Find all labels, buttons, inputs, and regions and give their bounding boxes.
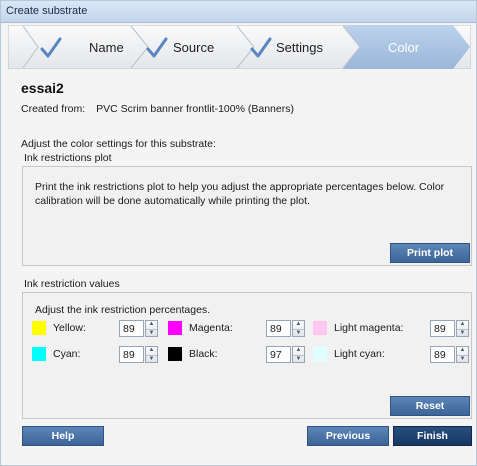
- ink-plot-description: Print the ink restrictions plot to help …: [35, 181, 445, 207]
- magenta-label: Magenta:: [189, 322, 233, 334]
- spin-down-icon[interactable]: ▼: [293, 355, 304, 362]
- light-cyan-swatch: [313, 347, 327, 361]
- magenta-value[interactable]: 89: [266, 320, 291, 337]
- spin-down-icon[interactable]: ▼: [293, 329, 304, 336]
- ink-plot-section-title: Ink restrictions plot: [24, 152, 112, 164]
- step-settings[interactable]: Settings: [276, 40, 323, 55]
- magenta-swatch: [168, 321, 182, 335]
- magenta-spin-arrows[interactable]: ▲ ▼: [292, 320, 305, 337]
- spin-up-icon[interactable]: ▲: [457, 347, 468, 354]
- step-source[interactable]: Source: [173, 40, 214, 55]
- create-substrate-window: Create substrate Name Source Settings Co…: [0, 0, 477, 466]
- black-label: Black:: [189, 348, 218, 360]
- cyan-stepper[interactable]: 89 ▲ ▼: [119, 346, 159, 363]
- created-from-label: Created from:: [21, 103, 86, 115]
- black-stepper[interactable]: 97 ▲ ▼: [266, 346, 306, 363]
- cyan-spin-arrows[interactable]: ▲ ▼: [145, 346, 158, 363]
- spin-down-icon[interactable]: ▼: [457, 329, 468, 336]
- ink-values-hint: Adjust the ink restriction percentages.: [35, 304, 211, 316]
- substrate-name: essai2: [21, 80, 64, 96]
- cyan-value[interactable]: 89: [119, 346, 144, 363]
- magenta-stepper[interactable]: 89 ▲ ▼: [266, 320, 306, 337]
- light-magenta-spin-arrows[interactable]: ▲ ▼: [456, 320, 469, 337]
- yellow-stepper[interactable]: 89 ▲ ▼: [119, 320, 159, 337]
- title-bar: Create substrate: [1, 1, 476, 23]
- light-magenta-label: Light magenta:: [334, 322, 404, 334]
- created-from-value: PVC Scrim banner frontlit-100% (Banners): [96, 103, 294, 115]
- step-color[interactable]: Color: [388, 40, 419, 55]
- yellow-value[interactable]: 89: [119, 320, 144, 337]
- spin-up-icon[interactable]: ▲: [293, 321, 304, 328]
- cyan-swatch: [32, 347, 46, 361]
- spin-up-icon[interactable]: ▲: [457, 321, 468, 328]
- ink-values-section-title: Ink restriction values: [24, 278, 120, 290]
- cyan-label: Cyan:: [53, 348, 81, 360]
- spin-down-icon[interactable]: ▼: [146, 355, 157, 362]
- yellow-swatch: [32, 321, 46, 335]
- black-spin-arrows[interactable]: ▲ ▼: [292, 346, 305, 363]
- spin-up-icon[interactable]: ▲: [146, 347, 157, 354]
- adjust-instructions: Adjust the color settings for this subst…: [21, 138, 216, 150]
- window-title: Create substrate: [6, 5, 88, 17]
- spin-down-icon[interactable]: ▼: [146, 329, 157, 336]
- light-cyan-label: Light cyan:: [334, 348, 385, 360]
- light-magenta-value[interactable]: 89: [430, 320, 455, 337]
- step-name[interactable]: Name: [89, 40, 124, 55]
- light-cyan-stepper[interactable]: 89 ▲ ▼: [430, 346, 470, 363]
- light-magenta-stepper[interactable]: 89 ▲ ▼: [430, 320, 470, 337]
- spin-down-icon[interactable]: ▼: [457, 355, 468, 362]
- yellow-spin-arrows[interactable]: ▲ ▼: [145, 320, 158, 337]
- reset-button[interactable]: Reset: [390, 396, 470, 416]
- black-swatch: [168, 347, 182, 361]
- wizard-steps: Name Source Settings Color: [8, 25, 471, 69]
- created-from: Created from: PVC Scrim banner frontlit-…: [21, 103, 294, 115]
- light-cyan-value[interactable]: 89: [430, 346, 455, 363]
- help-button[interactable]: Help: [22, 426, 104, 446]
- ink-plot-panel: Print the ink restrictions plot to help …: [22, 166, 472, 266]
- black-value[interactable]: 97: [266, 346, 291, 363]
- light-cyan-spin-arrows[interactable]: ▲ ▼: [456, 346, 469, 363]
- yellow-label: Yellow:: [53, 322, 86, 334]
- spin-up-icon[interactable]: ▲: [293, 347, 304, 354]
- print-plot-button[interactable]: Print plot: [390, 243, 470, 263]
- ink-values-panel: Adjust the ink restriction percentages. …: [22, 292, 472, 419]
- previous-button[interactable]: Previous: [307, 426, 389, 446]
- finish-button[interactable]: Finish: [393, 426, 472, 446]
- light-magenta-swatch: [313, 321, 327, 335]
- spin-up-icon[interactable]: ▲: [146, 321, 157, 328]
